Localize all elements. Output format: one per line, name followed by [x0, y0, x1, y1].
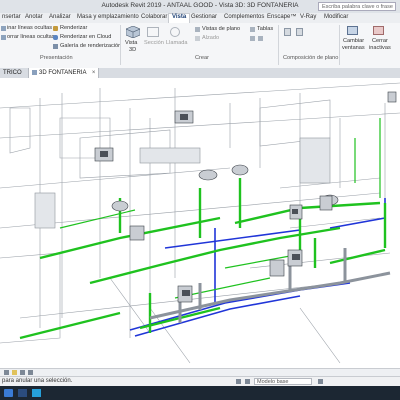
close-inactive-icon — [373, 26, 384, 35]
remove-hidden-lines-icon — [1, 35, 6, 40]
render-icon — [53, 26, 58, 31]
ribbon: inar líneas ocultas orrar líneas ocultas… — [0, 23, 400, 69]
gallery-icon — [53, 44, 58, 49]
status-message: para anular una selección. — [2, 378, 73, 384]
cloud-render-icon — [53, 35, 58, 40]
close-inactive-label-2[interactable]: inactivas — [369, 45, 391, 51]
view-tab-3d-fontaneria[interactable]: 3D FONTANERIA × — [28, 68, 100, 78]
windows-taskbar — [0, 386, 400, 400]
ribbon-separator — [278, 25, 279, 65]
plan-views-button[interactable]: Vistas de plano — [202, 26, 240, 32]
view-tool-icon[interactable] — [258, 36, 263, 41]
show-hidden-lines-button[interactable]: inar líneas ocultas — [7, 25, 52, 31]
tab-modificar[interactable]: Modificar — [324, 14, 348, 22]
tab-anotar[interactable]: Anotar — [25, 14, 43, 22]
sun-path-icon[interactable] — [12, 370, 17, 375]
taskbar-photoshop-icon[interactable] — [18, 389, 27, 397]
panel-presentacion-label: Presentación — [40, 55, 73, 61]
render-button[interactable]: Renderizar — [60, 25, 87, 31]
schedules-button[interactable]: Tablas — [257, 26, 273, 32]
section-button[interactable]: Sección — [144, 40, 164, 46]
tab-enscape[interactable]: Enscape™ — [267, 14, 296, 22]
3d-model-viewport[interactable] — [0, 78, 400, 368]
callout-button[interactable]: Llamada — [166, 40, 187, 46]
view-tool-icon[interactable] — [250, 36, 255, 41]
vista3d-label-1[interactable]: Vista — [125, 40, 137, 46]
model-selector[interactable]: Modelo base — [254, 378, 312, 385]
section-icon — [147, 27, 159, 37]
filter-icon[interactable] — [318, 379, 323, 384]
elevation-icon — [195, 36, 200, 41]
title-bar: Autodesk Revit 2019 - ANTAAL GOOD - Vist… — [0, 0, 400, 13]
taskbar-revit-icon[interactable] — [4, 389, 13, 397]
vista3d-label-2[interactable]: 3D — [129, 47, 136, 53]
render-gallery-button[interactable]: Galería de renderización — [60, 43, 121, 49]
sheet-icon — [284, 28, 291, 36]
view-tab-label: 3D FONTANERIA — [39, 70, 87, 76]
switch-windows-label-2[interactable]: ventanas — [342, 45, 365, 51]
schedules-icon — [250, 27, 255, 32]
tab-masa[interactable]: Masa y emplazamiento — [77, 14, 139, 22]
panel-crear-label: Crear — [195, 55, 209, 61]
search-input[interactable]: Escriba palabra clave o frase — [318, 2, 396, 11]
callout-icon — [170, 27, 180, 37]
plan-view-icon — [195, 27, 200, 32]
cube-3d-icon — [125, 25, 141, 39]
panel-composicion-label: Composición de plano — [283, 55, 339, 61]
visual-style-icon[interactable] — [4, 370, 9, 375]
hidden-lines-icon — [1, 26, 6, 31]
close-icon[interactable]: × — [92, 70, 96, 76]
tab-vista[interactable]: Vista — [168, 13, 191, 23]
tab-analizar[interactable]: Analizar — [49, 14, 71, 22]
cloud-render-button[interactable]: Renderizar en Cloud — [60, 34, 111, 40]
tab-complementos[interactable]: Complementos — [224, 14, 264, 22]
view-tab-electrico[interactable]: TRICO — [0, 68, 25, 78]
remove-hidden-lines-button[interactable]: orrar líneas ocultas — [7, 34, 55, 40]
ribbon-separator — [120, 25, 121, 65]
tab-gestionar[interactable]: Gestionar — [191, 14, 217, 22]
switch-windows-label-1[interactable]: Cambiar — [343, 38, 364, 44]
tab-insertar[interactable]: nsertar — [2, 14, 21, 22]
switch-windows-icon — [347, 26, 358, 35]
shadows-icon[interactable] — [20, 370, 25, 375]
workset-icon[interactable] — [236, 379, 241, 384]
design-option-icon[interactable] — [245, 379, 250, 384]
close-inactive-label-1[interactable]: Cerrar — [372, 38, 388, 44]
tab-colaborar[interactable]: Colaborar — [141, 14, 167, 22]
plumbing-3d-model — [0, 82, 400, 364]
elevation-button[interactable]: Alzado — [202, 35, 219, 41]
taskbar-app-icon[interactable] — [32, 389, 41, 397]
crop-view-icon[interactable] — [28, 370, 33, 375]
tab-vray[interactable]: V-Ray — [300, 14, 316, 22]
titleblock-icon — [296, 28, 303, 36]
cube-3d-icon — [32, 69, 37, 75]
ribbon-separator — [339, 25, 340, 65]
